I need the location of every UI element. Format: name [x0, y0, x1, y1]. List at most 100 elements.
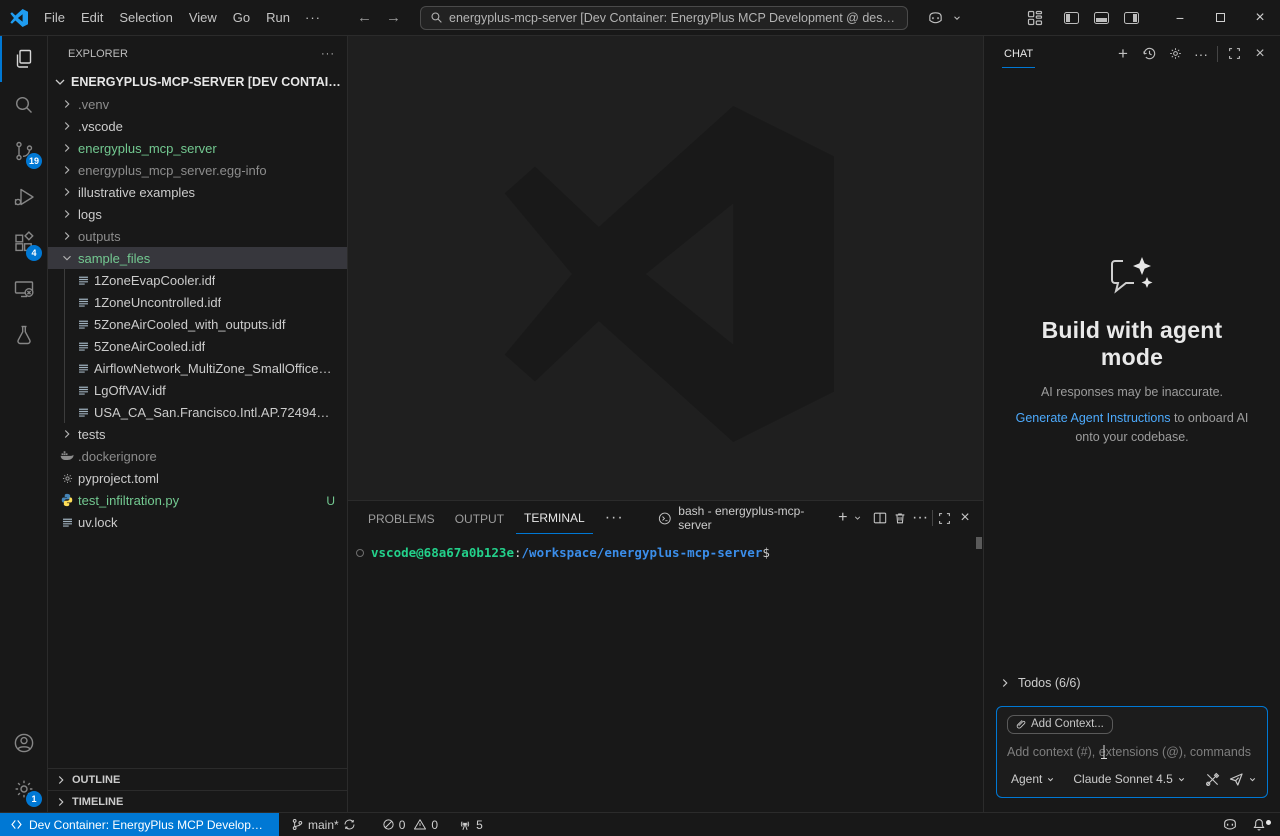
panel-tab-bar: PROBLEMS OUTPUT TERMINAL ··· bash - ener… — [348, 501, 983, 535]
close-chat-icon[interactable]: × — [1248, 42, 1272, 66]
ports-status[interactable]: 5 — [452, 813, 489, 836]
window-maximize-button[interactable] — [1200, 0, 1240, 36]
toggle-secondary-sidebar-icon[interactable] — [1116, 5, 1146, 31]
tree-item[interactable]: pyproject.toml — [48, 467, 347, 489]
generate-agent-instructions-link[interactable]: Generate Agent Instructions — [1016, 411, 1171, 425]
explorer-icon[interactable] — [0, 36, 47, 82]
terminal-prompt-line: vscode@68a67a0b123e:/workspace/energyplu… — [356, 545, 969, 560]
search-sidebar-icon[interactable] — [0, 82, 47, 128]
problems-status[interactable]: 0 0 — [376, 813, 444, 836]
chat-placeholder: Add context (#), extensions (@), command… — [1007, 745, 1251, 759]
tree-item[interactable]: 5ZoneAirCooled.idf — [48, 335, 347, 357]
menu-run[interactable]: Run — [258, 7, 298, 28]
window-minimize-button[interactable]: − — [1160, 0, 1200, 36]
nav-forward-icon[interactable]: → — [379, 7, 408, 28]
new-terminal-dropdown-icon[interactable] — [853, 513, 862, 523]
tree-item[interactable]: .vscode — [48, 115, 347, 137]
file-lines-icon — [77, 274, 90, 287]
close-panel-icon[interactable]: × — [955, 507, 975, 529]
menu-more-icon[interactable]: ··· — [298, 7, 328, 28]
copilot-status-icon[interactable] — [1216, 818, 1244, 831]
tree-item[interactable]: LgOffVAV.idf — [48, 379, 347, 401]
kill-terminal-icon[interactable] — [890, 507, 910, 529]
tree-item[interactable]: test_infiltration.pyU — [48, 489, 347, 511]
tree-item[interactable]: 1ZoneEvapCooler.idf — [48, 269, 347, 291]
customize-layout-icon[interactable] — [1020, 5, 1050, 31]
panel-tabs-more-icon[interactable]: ··· — [597, 509, 632, 527]
tree-item[interactable]: energyplus_mcp_server.egg-info — [48, 159, 347, 181]
tab-output[interactable]: OUTPUT — [447, 503, 512, 534]
toggle-primary-sidebar-icon[interactable] — [1056, 5, 1086, 31]
project-root-row[interactable]: ENERGYPLUS-MCP-SERVER [DEV CONTAINER: EN… — [48, 71, 347, 93]
split-terminal-icon[interactable] — [870, 507, 890, 529]
menu-edit[interactable]: Edit — [73, 7, 111, 28]
tree-item[interactable]: logs — [48, 203, 347, 225]
folder-collapse-icon — [58, 185, 76, 199]
send-options-chevron-icon[interactable] — [1248, 775, 1257, 784]
send-button[interactable] — [1224, 768, 1248, 790]
nav-back-icon[interactable]: ← — [350, 7, 379, 28]
tab-problems[interactable]: PROBLEMS — [360, 503, 443, 534]
settings-gear-icon[interactable]: 1 — [0, 766, 47, 812]
tab-terminal[interactable]: TERMINAL — [516, 502, 593, 534]
outline-label: OUTLINE — [72, 774, 120, 786]
menu-selection[interactable]: Selection — [111, 7, 180, 28]
tree-item[interactable]: AirflowNetwork_MultiZone_SmallOffice_VA.… — [48, 357, 347, 379]
chat-input-box[interactable]: Add Context... Add context (#), extensio… — [996, 706, 1268, 799]
command-center[interactable]: energyplus-mcp-server [Dev Container: En… — [420, 6, 908, 30]
mode-picker[interactable]: Agent — [1007, 770, 1059, 788]
menu-view[interactable]: View — [181, 7, 225, 28]
accounts-icon[interactable] — [0, 720, 47, 766]
file-type-icon — [74, 362, 92, 375]
maximize-panel-icon[interactable] — [935, 507, 955, 529]
outline-section[interactable]: OUTLINE — [48, 768, 347, 790]
toggle-panel-icon[interactable] — [1086, 5, 1116, 31]
model-picker[interactable]: Claude Sonnet 4.5 — [1069, 770, 1189, 788]
tree-item[interactable]: illustrative examples — [48, 181, 347, 203]
new-terminal-icon[interactable]: + — [833, 507, 853, 529]
maximize-chat-icon[interactable] — [1222, 42, 1246, 66]
git-branch-status[interactable]: main* — [285, 813, 362, 836]
testing-icon[interactable] — [0, 312, 47, 358]
source-control-icon[interactable]: 19 — [0, 128, 47, 174]
remote-explorer-icon[interactable] — [0, 266, 47, 312]
window-close-button[interactable]: × — [1240, 0, 1280, 36]
tree-item[interactable]: .dockerignore — [48, 445, 347, 467]
tree-item[interactable]: .venv — [48, 93, 347, 115]
remote-indicator[interactable]: Dev Container: EnergyPlus MCP Developmen… — [0, 813, 279, 836]
add-context-button[interactable]: Add Context... — [1007, 715, 1113, 734]
explorer-more-icon[interactable]: ··· — [321, 48, 335, 60]
terminal-viewport[interactable]: vscode@68a67a0b123e:/workspace/energyplu… — [348, 535, 983, 812]
tree-item[interactable]: 5ZoneAirCooled_with_outputs.idf — [48, 313, 347, 335]
chat-input-field[interactable]: Add context (#), extensions (@), command… — [1007, 745, 1257, 759]
timeline-section[interactable]: TIMELINE — [48, 790, 347, 812]
tree-item[interactable]: tests — [48, 423, 347, 445]
tree-item[interactable]: energyplus_mcp_server — [48, 137, 347, 159]
copilot-icon[interactable] — [920, 5, 950, 31]
tree-item[interactable]: USA_CA_San.Francisco.Intl.AP.724940_TMY.… — [48, 401, 347, 423]
folder-collapse-icon — [58, 427, 76, 441]
chat-history-icon[interactable] — [1137, 42, 1161, 66]
command-decoration-icon[interactable] — [356, 549, 364, 557]
chat-more-actions-icon[interactable]: ··· — [1189, 42, 1213, 66]
run-debug-icon[interactable] — [0, 174, 47, 220]
panel-more-actions-icon[interactable]: ··· — [910, 507, 930, 529]
tree-item[interactable]: outputs — [48, 225, 347, 247]
extensions-icon[interactable]: 4 — [0, 220, 47, 266]
chat-header: CHAT + ··· × — [984, 36, 1280, 71]
menu-go[interactable]: Go — [225, 7, 258, 28]
tree-item[interactable]: uv.lock — [48, 511, 347, 533]
new-chat-icon[interactable]: + — [1111, 42, 1135, 66]
terminal-scrollbar[interactable] — [976, 537, 982, 549]
terminal-instance[interactable]: bash - energyplus-mcp-server — [658, 504, 823, 532]
tab-chat[interactable]: CHAT — [1002, 39, 1035, 68]
warnings-count: 0 — [431, 818, 438, 832]
tree-item[interactable]: sample_files — [48, 247, 347, 269]
copilot-dropdown-chevron-icon[interactable] — [952, 13, 962, 23]
todos-section[interactable]: Todos (6/6) — [984, 672, 1280, 694]
tree-item[interactable]: 1ZoneUncontrolled.idf — [48, 291, 347, 313]
configure-tools-icon[interactable] — [1200, 768, 1224, 790]
menu-file[interactable]: File — [36, 7, 73, 28]
notifications-bell-icon[interactable] — [1246, 818, 1272, 832]
chat-settings-gear-icon[interactable] — [1163, 42, 1187, 66]
